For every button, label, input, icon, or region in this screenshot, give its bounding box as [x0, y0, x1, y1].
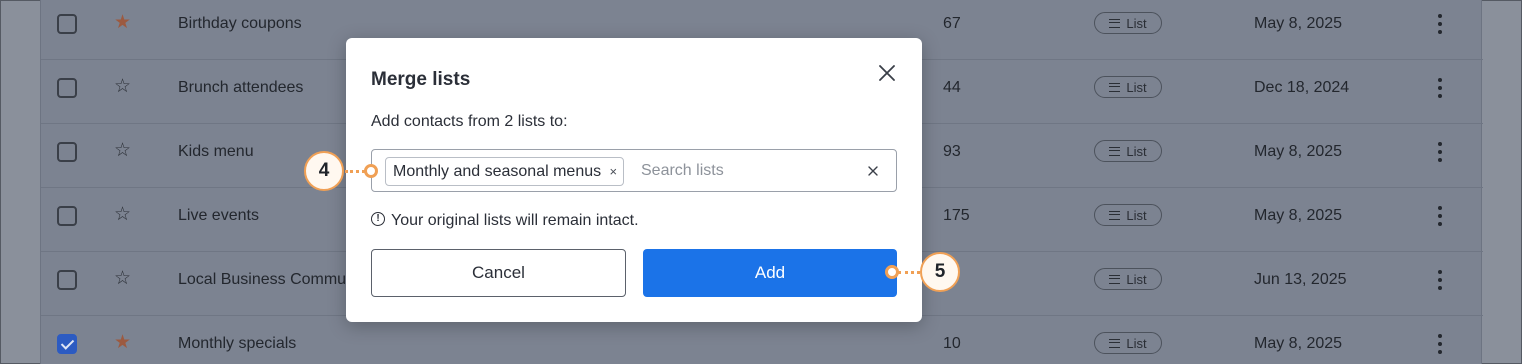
clear-icon[interactable] — [865, 163, 881, 179]
dialog-subtitle: Add contacts from 2 lists to: — [371, 113, 568, 130]
row-checkbox[interactable] — [57, 270, 77, 290]
more-options-icon[interactable] — [1435, 204, 1445, 228]
row-checkbox[interactable] — [57, 206, 77, 226]
type-label: List — [1126, 207, 1147, 223]
list-name[interactable]: Monthly specials — [178, 335, 296, 353]
list-icon — [1109, 82, 1121, 92]
list-icon — [1109, 274, 1121, 284]
dialog-title: Merge lists — [371, 69, 471, 90]
star-icon[interactable]: ★ — [114, 12, 131, 34]
selected-list-chip: Monthly and seasonal menus × — [385, 157, 625, 186]
row-checkbox[interactable] — [57, 78, 77, 98]
date-created: May 8, 2025 — [1254, 143, 1343, 160]
more-options-icon[interactable] — [1435, 76, 1445, 100]
date-created: May 8, 2025 — [1254, 207, 1343, 224]
contact-count: 175 — [943, 207, 970, 224]
star-icon[interactable]: ★ — [114, 332, 131, 354]
contact-count: 10 — [943, 335, 961, 352]
callout-connector — [345, 170, 365, 173]
info-note-text: Your original lists will remain intact. — [391, 212, 639, 229]
star-outline-icon[interactable]: ☆ — [114, 140, 131, 162]
contact-count: 67 — [943, 15, 961, 32]
list-name[interactable]: Kids menu — [178, 143, 254, 161]
info-icon: ! — [371, 212, 385, 226]
type-label: List — [1126, 271, 1147, 287]
more-options-icon[interactable] — [1435, 140, 1445, 164]
cancel-button[interactable]: Cancel — [371, 249, 626, 297]
chip-remove-icon[interactable]: × — [610, 164, 618, 179]
star-outline-icon[interactable]: ☆ — [114, 204, 131, 226]
type-badge: List — [1094, 140, 1162, 162]
list-icon — [1109, 18, 1121, 28]
row-checkbox[interactable] — [57, 142, 77, 162]
more-options-icon[interactable] — [1435, 332, 1445, 356]
table-row[interactable]: ★ Monthly specials 10 List May 8, 2025 — [41, 316, 1483, 364]
list-icon — [1109, 338, 1121, 348]
list-name[interactable]: Brunch attendees — [178, 79, 303, 97]
type-badge: List — [1094, 268, 1162, 290]
type-badge: List — [1094, 204, 1162, 226]
search-lists-input[interactable] — [641, 158, 861, 184]
add-button[interactable]: Add — [643, 249, 897, 297]
date-created: Jun 13, 2025 — [1254, 271, 1347, 288]
type-label: List — [1126, 335, 1147, 351]
type-label: List — [1126, 15, 1147, 31]
callout-connector — [898, 271, 920, 274]
info-note: ! Your original lists will remain intact… — [371, 212, 639, 230]
type-label: List — [1126, 79, 1147, 95]
date-created: Dec 18, 2024 — [1254, 79, 1350, 96]
chip-label: Monthly and seasonal menus — [393, 162, 602, 180]
more-options-icon[interactable] — [1435, 12, 1445, 36]
type-label: List — [1126, 143, 1147, 159]
list-icon — [1109, 146, 1121, 156]
star-outline-icon[interactable]: ☆ — [114, 268, 131, 290]
close-icon[interactable] — [876, 62, 898, 84]
callout-badge-4: 4 — [304, 151, 344, 191]
callout-dot — [364, 164, 378, 178]
list-name[interactable]: Birthday coupons — [178, 15, 302, 33]
list-name[interactable]: Live events — [178, 207, 259, 225]
merge-lists-dialog: Merge lists Add contacts from 2 lists to… — [346, 38, 922, 322]
type-badge: List — [1094, 332, 1162, 354]
callout-dot — [885, 265, 899, 279]
contact-count: 44 — [943, 79, 961, 96]
type-badge: List — [1094, 76, 1162, 98]
row-checkbox-checked[interactable] — [57, 334, 77, 354]
list-name[interactable]: Local Business Commu — [178, 271, 346, 289]
type-badge: List — [1094, 12, 1162, 34]
date-created: May 8, 2025 — [1254, 15, 1343, 32]
callout-badge-5: 5 — [920, 252, 960, 292]
list-icon — [1109, 210, 1121, 220]
list-select-field[interactable]: Monthly and seasonal menus × — [371, 149, 897, 192]
contact-count: 93 — [943, 143, 961, 160]
star-outline-icon[interactable]: ☆ — [114, 76, 131, 98]
more-options-icon[interactable] — [1435, 268, 1445, 292]
row-checkbox[interactable] — [57, 14, 77, 34]
date-created: May 8, 2025 — [1254, 335, 1343, 352]
